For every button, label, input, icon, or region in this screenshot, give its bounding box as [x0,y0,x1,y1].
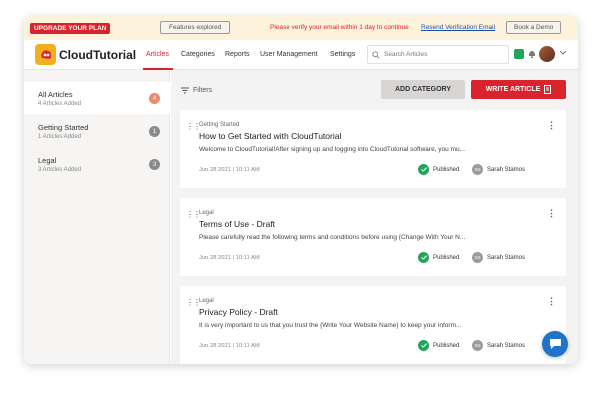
category-sidebar: All Articles 4 Articles Added 4 Getting … [24,70,170,364]
bell-icon[interactable] [528,49,536,59]
nav-categories[interactable]: Categories [181,51,215,58]
check-icon [418,252,429,263]
sidebar-item-getting-started[interactable]: Getting Started 1 Articles Added 1 [24,115,170,147]
app-window: UPGRADE YOUR PLAN Features explored Plea… [24,16,578,364]
nav-reports[interactable]: Reports [225,51,250,58]
count-badge: 3 [149,159,160,170]
book-demo-button[interactable]: Book a Demo [506,21,562,34]
drag-handle-icon[interactable]: ⋮⋮ [186,210,201,219]
sidebar-item-legal[interactable]: Legal 3 Articles Added 3 [24,148,170,180]
author-name: Sarah Stamos [487,342,526,349]
article-date: Jun 28 2021 | 10:11 AM [199,343,260,349]
more-options-icon[interactable]: ⋮ [547,296,556,307]
filter-icon [181,87,189,94]
author-name: Sarah Stamos [487,166,526,173]
article-card[interactable]: ⋮⋮ ⋮ Legal Privacy Policy - Draft It is … [180,286,566,364]
write-article-button[interactable]: WRITE ARTICLE [471,80,566,99]
count-badge: 1 [149,126,160,137]
article-author: SS Sarah Stamos [472,340,525,351]
search-input[interactable] [384,51,494,58]
main-nav: CloudTutorial Articles Categories Report… [24,40,578,70]
more-options-icon[interactable]: ⋮ [547,120,556,131]
filters-label: Filters [193,87,213,94]
sidebar-item-all-articles[interactable]: All Articles 4 Articles Added 4 [24,82,170,114]
nav-articles[interactable]: Articles [146,51,169,58]
article-date: Jun 28 2021 | 10:11 AM [199,255,260,261]
articles-main: Filters ADD CATEGORY WRITE ARTICLE ⋮⋮ ⋮ … [171,70,578,364]
more-options-icon[interactable]: ⋮ [547,208,556,219]
search-icon [372,50,380,59]
user-avatar[interactable] [539,46,555,62]
top-banner: UPGRADE YOUR PLAN Features explored Plea… [24,16,578,40]
resend-verification-link[interactable]: Resend Verification Email [421,24,495,31]
verify-email-notice: Please verify your email within 1 day to… [270,24,409,31]
add-category-button[interactable]: ADD CATEGORY [381,80,465,99]
article-card[interactable]: ⋮⋮ ⋮ Getting Started How to Get Started … [180,110,566,188]
count-badge: 4 [149,93,160,104]
article-excerpt: It is very important to us that you trus… [199,322,462,329]
status-label: Published [433,254,460,261]
features-explored-button[interactable]: Features explored [160,21,231,34]
article-category: Getting Started [199,122,240,128]
author-avatar: SS [472,164,483,175]
article-date: Jun 28 2021 | 10:11 AM [199,167,260,173]
article-card[interactable]: ⋮⋮ ⋮ Legal Terms of Use - Draft Please c… [180,198,566,276]
status-badge: Published [418,164,459,175]
article-title[interactable]: Terms of Use - Draft [199,219,275,229]
author-avatar: SS [472,340,483,351]
status-badge: Published [418,340,459,351]
upgrade-plan-button[interactable]: UPGRADE YOUR PLAN [30,22,111,34]
article-category: Legal [199,210,214,216]
article-category: Legal [199,298,214,304]
status-label: Published [433,166,460,173]
check-icon [418,164,429,175]
write-article-label: WRITE ARTICLE [485,86,541,93]
article-title[interactable]: Privacy Policy - Draft [199,307,278,317]
logo-icon[interactable] [35,44,56,65]
document-icon [544,85,552,94]
chevron-down-icon[interactable] [560,51,566,55]
brand-name[interactable]: CloudTutorial [59,48,136,62]
chat-bubble-icon[interactable] [542,331,568,357]
filters-button[interactable]: Filters [181,87,212,94]
drag-handle-icon[interactable]: ⋮⋮ [186,122,201,131]
article-excerpt: Welcome to CloudTutorial!After signing u… [199,146,466,153]
article-author: SS Sarah Stamos [472,164,525,175]
article-author: SS Sarah Stamos [472,252,525,263]
drag-handle-icon[interactable]: ⋮⋮ [186,298,201,307]
status-label: Published [433,342,460,349]
status-badge: Published [418,252,459,263]
nav-settings[interactable]: Settings [330,51,355,58]
article-excerpt: Please carefully read the following term… [199,234,466,241]
nav-user-management[interactable]: User Management [260,51,318,58]
search-box[interactable] [367,45,509,64]
article-title[interactable]: How to Get Started with CloudTutorial [199,131,341,141]
author-name: Sarah Stamos [487,254,526,261]
author-avatar: SS [472,252,483,263]
apps-icon[interactable] [514,49,524,59]
check-icon [418,340,429,351]
